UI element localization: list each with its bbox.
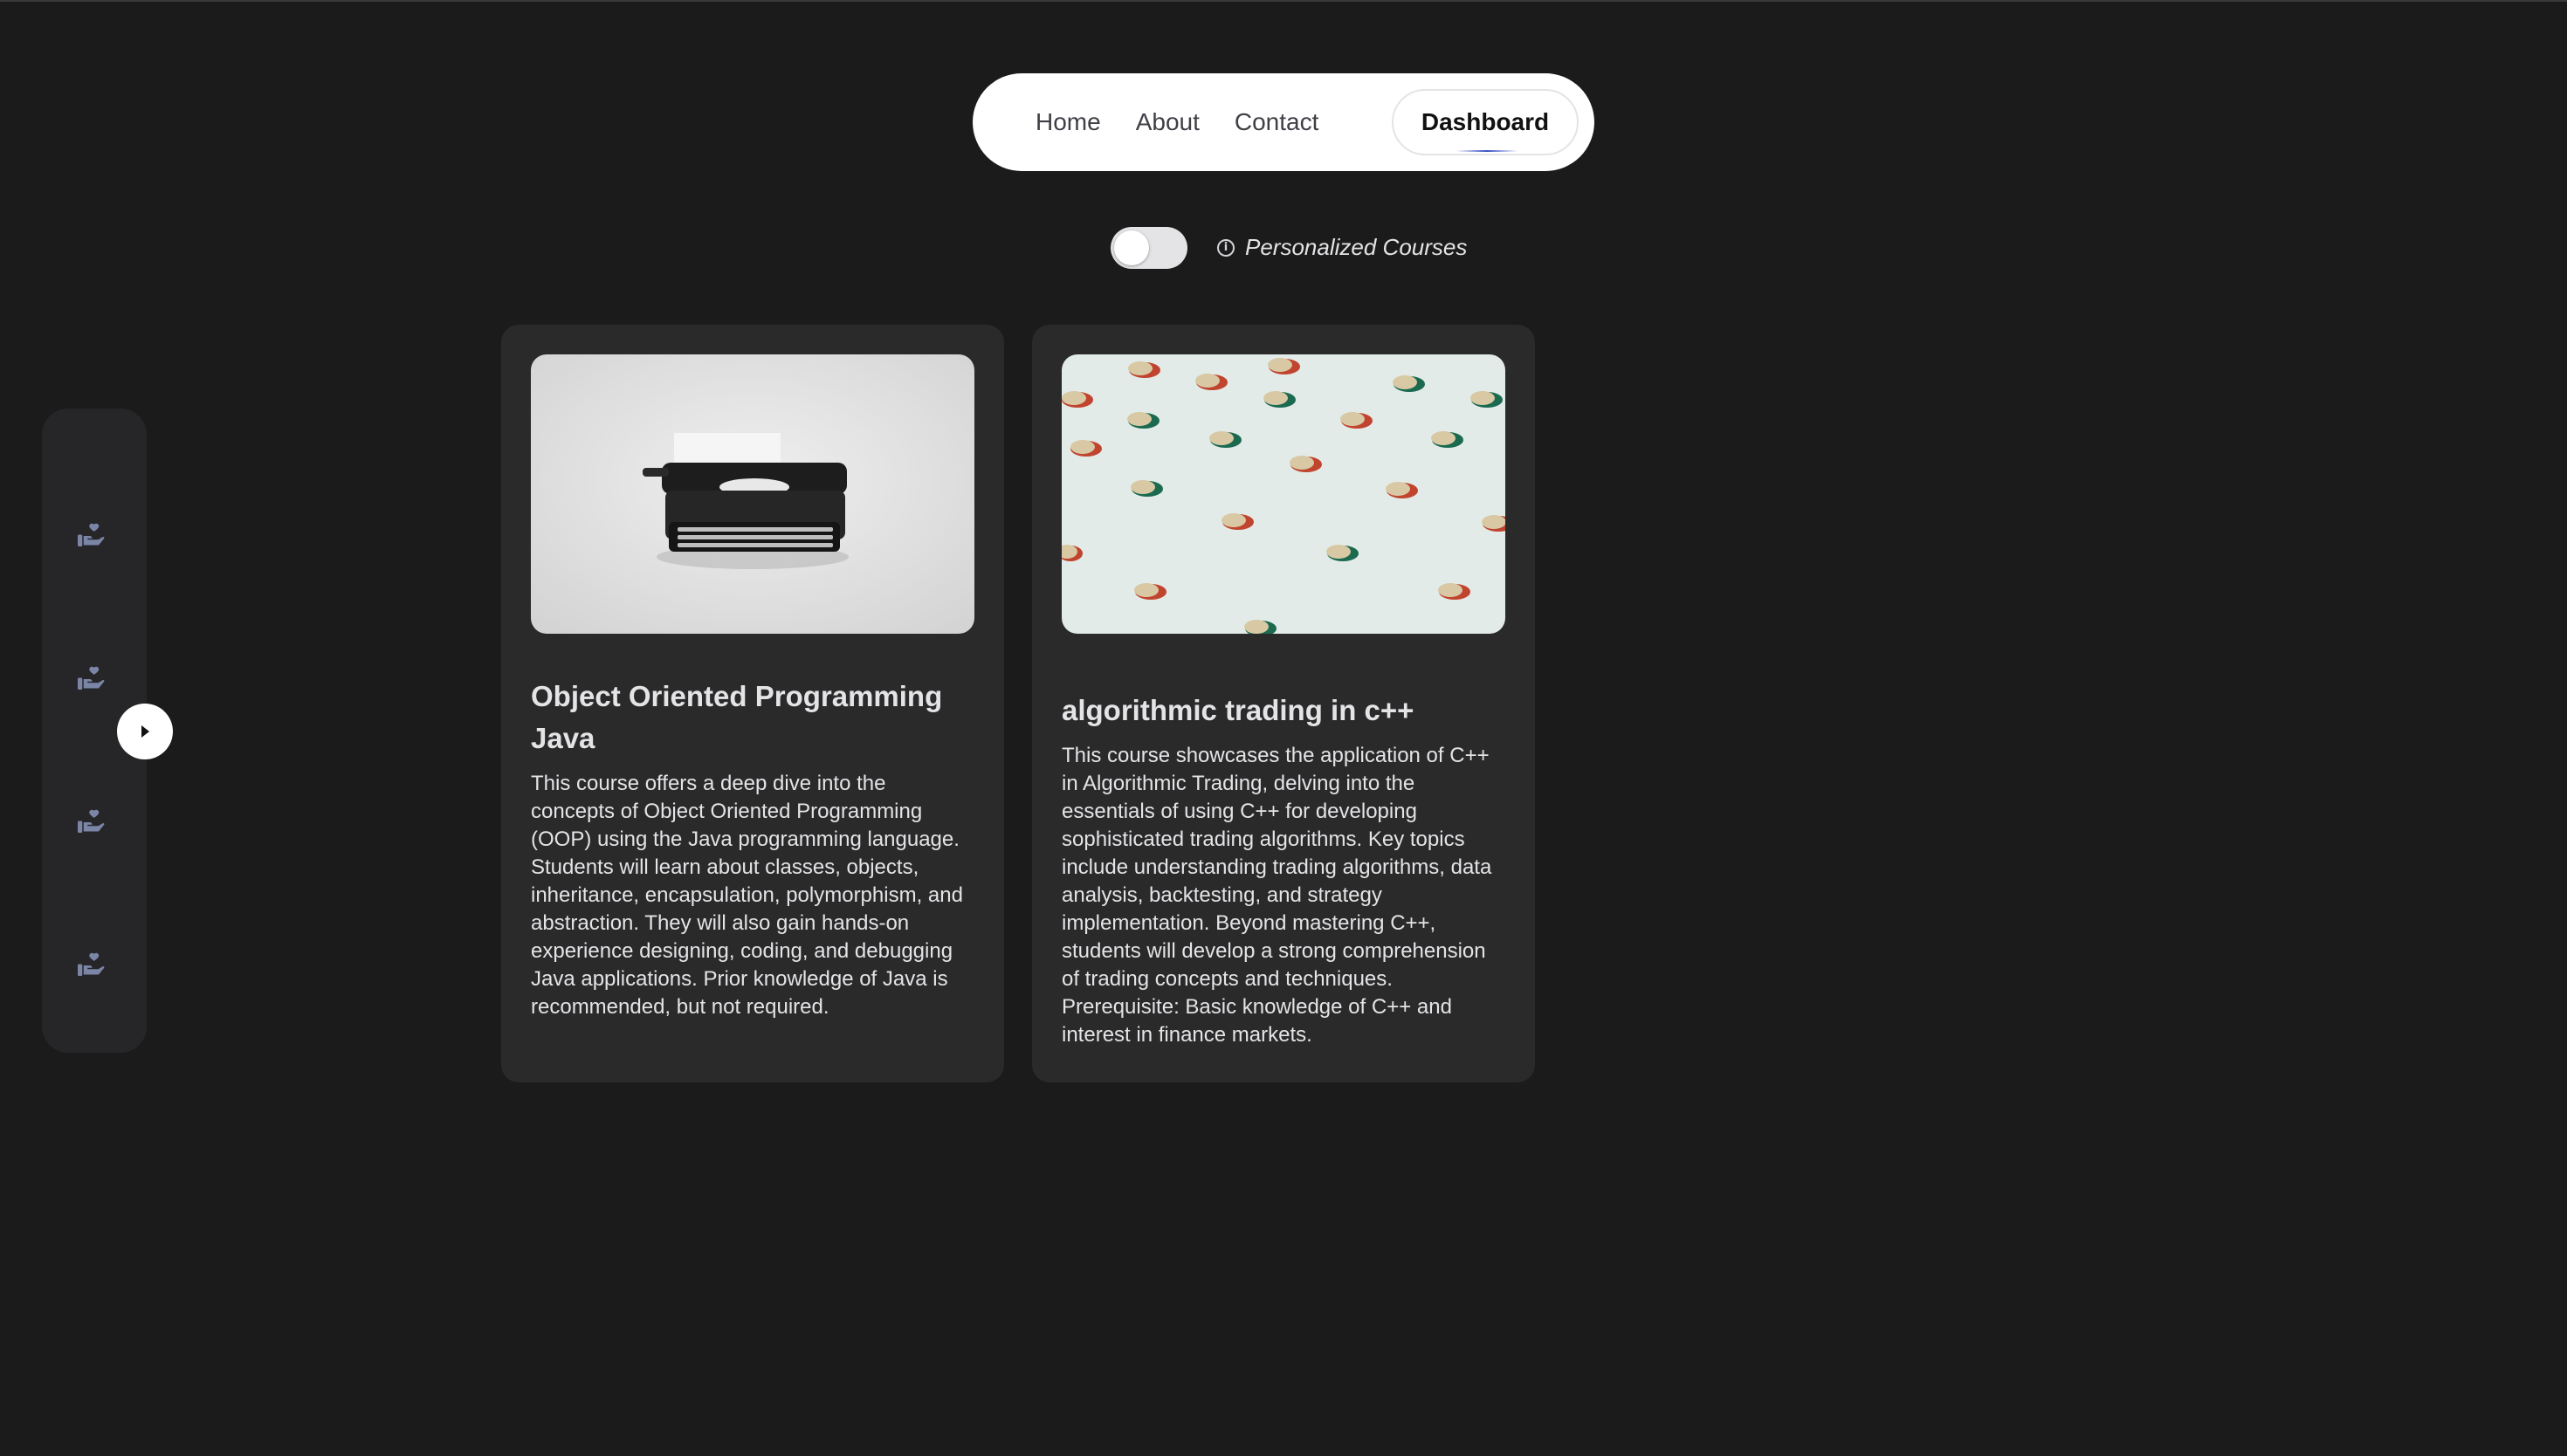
hand-heart-icon[interactable] [75,807,107,838]
info-icon[interactable]: i [1217,239,1235,257]
personalized-courses-label: Personalized Courses [1245,234,1468,260]
nav-link-about[interactable]: About [1136,108,1200,136]
top-nav: Home About Contact Dashboard [973,73,1594,171]
nav-link-home[interactable]: Home [1036,108,1101,136]
course-description: This course showcases the application of… [1062,744,1492,1047]
course-card[interactable]: algorithmic trading in c++ This course s… [1032,325,1535,1082]
course-title: algorithmic trading in c++ [1062,694,1414,726]
toggle-knob [1114,230,1149,265]
dashboard-button-label: Dashboard [1421,108,1550,135]
course-card[interactable]: Object Oriented Programming Java This co… [501,325,1004,1082]
hand-heart-icon[interactable] [75,520,107,552]
sidebar-expand-button[interactable] [117,704,173,759]
play-triangle-icon [141,725,149,738]
dashboard-active-indicator [1456,150,1517,152]
dashboard-button[interactable]: Dashboard [1392,89,1579,155]
course-title: Object Oriented Programming Java [531,680,943,754]
personalized-courses-toggle[interactable] [1111,227,1187,269]
course-description: This course offers a deep dive into the … [531,772,963,1019]
page: Home About Contact Dashboard i Personali… [0,0,2567,1456]
nav-link-contact[interactable]: Contact [1235,108,1319,136]
hand-heart-icon[interactable] [75,663,107,695]
hand-heart-icon[interactable] [75,950,107,981]
course-image-typewriter [531,354,974,634]
course-image-coins [1062,354,1505,634]
